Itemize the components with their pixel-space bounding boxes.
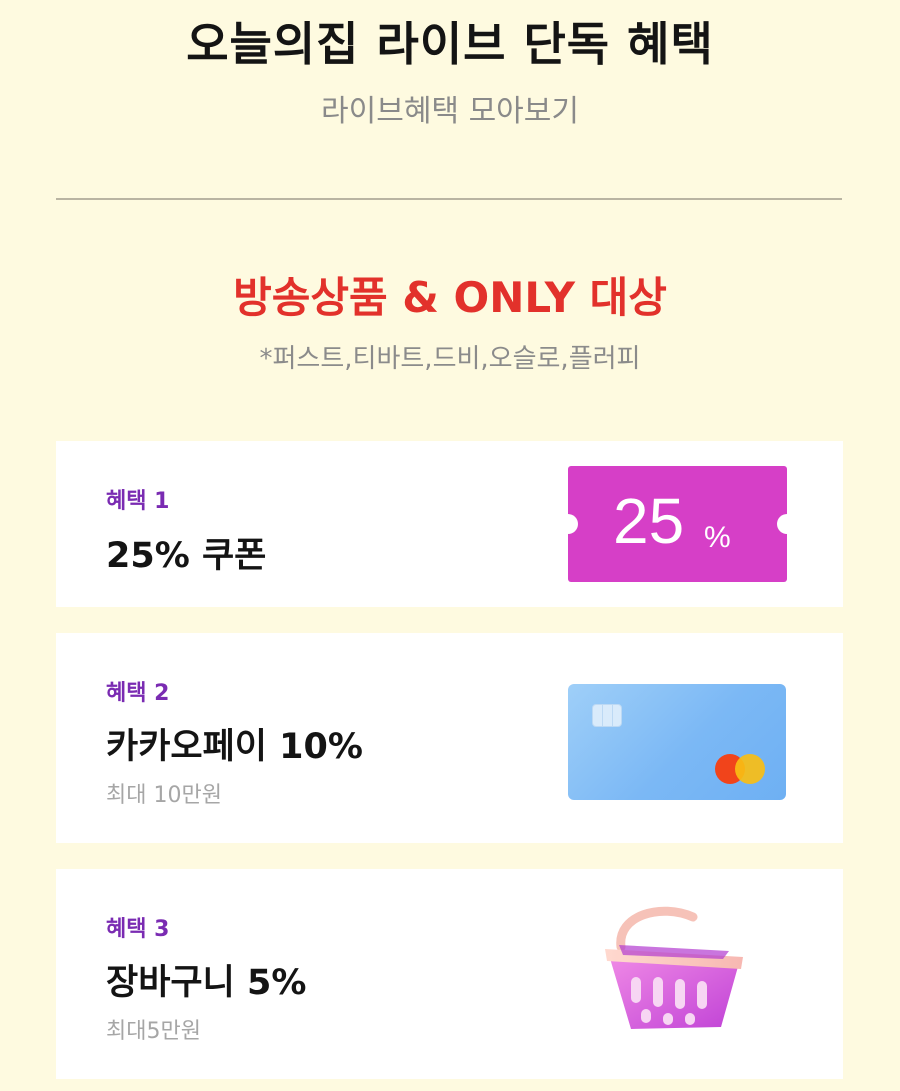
benefit-card-2[interactable]: 혜택 2 카카오페이 10% 최대 10만원 bbox=[56, 633, 843, 843]
benefit-title: 장바구니 5% bbox=[106, 963, 307, 1003]
benefit-limit: 최대5만원 bbox=[106, 1019, 201, 1044]
page-subtitle: 라이브혜택 모아보기 bbox=[321, 94, 579, 129]
coupon-unit: % bbox=[704, 521, 731, 554]
section-title: 방송상품 & ONLY 대상 bbox=[233, 273, 667, 322]
page-title: 오늘의집 라이브 단독 혜택 bbox=[186, 17, 714, 71]
card-chip-icon bbox=[592, 704, 622, 727]
credit-card-icon bbox=[568, 684, 786, 800]
benefit-label: 혜택 2 bbox=[106, 681, 170, 706]
benefit-card-1[interactable]: 혜택 1 25% 쿠폰 25 % bbox=[56, 441, 843, 607]
benefit-card-3[interactable]: 혜택 3 장바구니 5% 최대5만원 bbox=[56, 869, 843, 1079]
benefit-title: 카카오페이 10% bbox=[106, 727, 363, 767]
card-brand-icon bbox=[735, 754, 765, 784]
divider bbox=[56, 198, 842, 200]
benefit-label: 혜택 1 bbox=[106, 489, 170, 514]
shopping-basket-icon bbox=[605, 906, 743, 1029]
section-note: *퍼스트,티바트,드비,오슬로,플러피 bbox=[259, 344, 641, 374]
benefit-title: 25% 쿠폰 bbox=[106, 536, 267, 576]
coupon-ticket-icon: 25 % bbox=[558, 466, 797, 582]
benefit-label: 혜택 3 bbox=[106, 917, 170, 942]
benefit-limit: 최대 10만원 bbox=[106, 783, 222, 808]
coupon-value: 25 bbox=[613, 485, 685, 557]
